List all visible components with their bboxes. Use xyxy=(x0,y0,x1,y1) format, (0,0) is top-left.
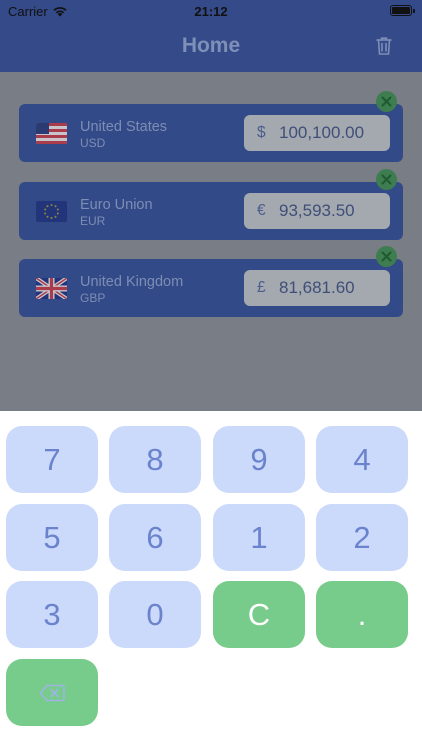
currency-card-gbp[interactable]: United Kingdom GBP £ 81,681.60 xyxy=(19,246,403,317)
status-bar: Carrier 21:12 xyxy=(0,0,422,22)
amount-field-gbp[interactable]: £ 81,681.60 xyxy=(244,270,390,306)
key-8[interactable]: 8 xyxy=(109,426,201,493)
key-0[interactable]: 0 xyxy=(109,581,201,648)
remove-currency-button[interactable] xyxy=(376,169,397,190)
uk-flag-icon xyxy=(36,278,67,299)
amount-value: 81,681.60 xyxy=(279,278,355,297)
key-2[interactable]: 2 xyxy=(316,504,408,571)
amount-value: 100,100.00 xyxy=(279,123,365,142)
currency-card-usd[interactable]: United States USD $ 100,100.00 xyxy=(19,91,403,162)
key-4[interactable]: 4 xyxy=(316,426,408,493)
currency-symbol: $ xyxy=(257,124,266,141)
key-9[interactable]: 9 xyxy=(213,426,305,493)
battery-icon xyxy=(390,5,415,16)
remove-currency-button[interactable] xyxy=(376,91,397,112)
amount-value: 93,593.50 xyxy=(279,201,355,220)
key-6[interactable]: 6 xyxy=(109,504,201,571)
country-name: Euro Union xyxy=(80,197,153,213)
page-title: Home xyxy=(181,34,241,57)
currency-code: EUR xyxy=(80,214,106,228)
currency-code: GBP xyxy=(80,291,106,305)
country-name: United States xyxy=(80,119,168,135)
close-icon xyxy=(381,251,392,262)
key-1[interactable]: 1 xyxy=(213,504,305,571)
close-icon xyxy=(381,174,392,185)
key-3[interactable]: 3 xyxy=(6,581,98,648)
amount-field-eur[interactable]: € 93,593.50 xyxy=(244,193,390,229)
eu-flag-icon xyxy=(36,201,67,222)
currency-symbol: € xyxy=(257,202,266,219)
amount-field-usd[interactable]: $ 100,100.00 xyxy=(244,115,390,151)
key-7[interactable]: 7 xyxy=(6,426,98,493)
remove-currency-button[interactable] xyxy=(376,246,397,267)
us-flag-icon xyxy=(36,123,67,144)
backspace-key[interactable] xyxy=(6,659,98,726)
trash-icon[interactable] xyxy=(375,36,393,56)
currency-symbol: £ xyxy=(257,279,266,296)
decimal-key[interactable]: . xyxy=(316,581,408,648)
country-name: United Kingdom xyxy=(80,274,184,290)
key-5[interactable]: 5 xyxy=(6,504,98,571)
close-icon xyxy=(381,96,392,107)
clear-key[interactable]: C xyxy=(213,581,305,648)
status-time: 21:12 xyxy=(194,4,228,19)
backspace-icon xyxy=(39,684,65,701)
currency-code: USD xyxy=(80,136,106,150)
navigation-header: Carrier 21:12 Home xyxy=(0,0,422,72)
currency-card-eur[interactable]: Euro Union EUR € 93,593.50 xyxy=(19,169,403,240)
